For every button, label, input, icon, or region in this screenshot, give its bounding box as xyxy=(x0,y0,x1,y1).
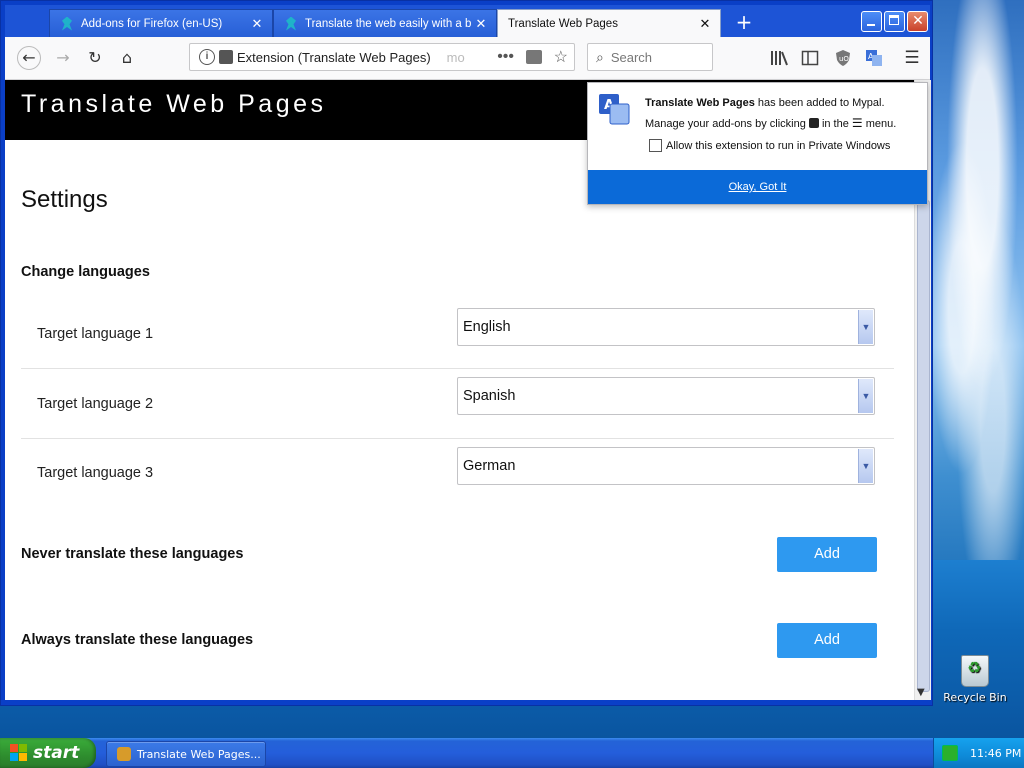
search-input[interactable]: ⌕ Search xyxy=(587,43,713,71)
navigation-toolbar: ← → ↻ ⌂ i Extension (Translate Web Pages… xyxy=(5,37,930,80)
checkbox-label: Allow this extension to run in Private W… xyxy=(666,139,891,152)
library-icon[interactable] xyxy=(770,49,788,67)
hamburger-menu-icon[interactable]: ☰ xyxy=(903,49,921,67)
tab-label: Translate the web easily with a br xyxy=(305,17,472,30)
target-language-1-label: Target language 1 xyxy=(37,326,154,342)
forward-arrow-icon[interactable]: → xyxy=(51,46,75,70)
desktop-wallpaper xyxy=(920,0,1024,560)
popup-message-line1: has been added to Mypal. xyxy=(757,97,885,109)
taskbar: start Translate Web Pages... 11:46 PM xyxy=(0,738,1024,768)
popup-message-line2c: menu. xyxy=(865,118,897,130)
target-language-3-select[interactable]: German ▼ xyxy=(457,447,875,485)
close-tab-icon[interactable]: ✕ xyxy=(248,16,266,32)
search-icon: ⌕ xyxy=(596,48,604,65)
change-languages-heading: Change languages xyxy=(21,264,150,280)
always-translate-heading: Always translate these languages xyxy=(21,632,254,648)
target-language-1-select[interactable]: English ▼ xyxy=(457,308,875,346)
windows-flag-icon xyxy=(10,744,28,762)
add-never-translate-button[interactable]: Add xyxy=(777,537,877,572)
close-tab-icon[interactable]: ✕ xyxy=(696,16,714,32)
page-brand: Translate Web Pages xyxy=(21,90,327,118)
close-tab-icon[interactable]: ✕ xyxy=(472,16,490,32)
minimize-button[interactable] xyxy=(861,11,882,32)
popup-message-line2b: in the xyxy=(821,118,849,130)
select-value: German xyxy=(463,458,516,474)
url-text: mo xyxy=(446,49,465,65)
puzzle-icon xyxy=(808,118,819,128)
checkbox-box[interactable] xyxy=(649,139,662,152)
recycle-bin-label: Recycle Bin xyxy=(943,691,1007,704)
maximize-button[interactable] xyxy=(884,11,905,32)
reload-icon[interactable]: ↻ xyxy=(83,46,107,70)
recycle-bin-icon xyxy=(961,655,989,687)
tab-translate-web-easily[interactable]: Translate the web easily with a br ✕ xyxy=(273,9,497,37)
translate-extension-icon[interactable]: A xyxy=(865,49,883,67)
popup-extension-name: Translate Web Pages xyxy=(645,97,755,109)
recycle-bin[interactable]: Recycle Bin xyxy=(940,655,1010,704)
okay-got-it-button[interactable]: Okay, Got It xyxy=(588,170,927,204)
target-language-2-select[interactable]: Spanish ▼ xyxy=(457,377,875,415)
target-language-3-label: Target language 3 xyxy=(37,465,154,481)
divider xyxy=(21,368,894,369)
private-windows-checkbox[interactable]: Allow this extension to run in Private W… xyxy=(649,139,890,152)
start-button[interactable]: start xyxy=(0,738,96,768)
start-label: start xyxy=(33,743,80,763)
search-placeholder: Search xyxy=(610,49,653,65)
system-tray: 11:46 PM xyxy=(933,738,1024,768)
svg-text:uO: uO xyxy=(839,55,849,63)
info-icon[interactable]: i xyxy=(199,49,215,65)
taskbar-item-browser[interactable]: Translate Web Pages... xyxy=(106,741,266,767)
new-tab-button[interactable]: + xyxy=(731,9,757,35)
select-value: English xyxy=(463,319,511,335)
tab-bar: Add-ons for Firefox (en-US) ✕ Translate … xyxy=(5,5,930,37)
tab-translate-web-pages[interactable]: Translate Web Pages ✕ xyxy=(497,9,721,37)
chevron-down-icon: ▼ xyxy=(858,449,873,483)
chevron-down-icon: ▼ xyxy=(858,310,873,344)
back-arrow-icon[interactable]: ← xyxy=(17,46,41,70)
ublock-icon[interactable]: uO xyxy=(834,49,852,67)
translate-favicon-icon xyxy=(60,17,74,31)
extension-added-popup: A Translate Web Pages has been added to … xyxy=(587,82,928,205)
tab-label: Add-ons for Firefox (en-US) xyxy=(81,17,223,30)
sidebar-icon[interactable] xyxy=(801,49,819,67)
settings-title: Settings xyxy=(21,186,108,213)
scrollbar-thumb[interactable] xyxy=(917,200,930,692)
translate-extension-icon: A xyxy=(598,93,630,125)
tab-label: Translate Web Pages xyxy=(508,17,618,30)
close-window-button[interactable]: ✕ xyxy=(907,11,928,32)
bookmark-star-icon[interactable]: ☆ xyxy=(554,47,568,67)
scroll-down-icon[interactable]: ▼ xyxy=(917,687,925,698)
puzzle-icon xyxy=(219,50,233,64)
never-translate-heading: Never translate these languages xyxy=(21,546,244,562)
hamburger-menu-icon: ☰ xyxy=(851,116,863,130)
divider xyxy=(21,438,894,439)
chevron-down-icon: ▼ xyxy=(858,379,873,413)
popup-message: Translate Web Pages has been added to My… xyxy=(645,93,920,134)
select-value: Spanish xyxy=(463,388,516,404)
translate-page-icon[interactable] xyxy=(526,50,542,64)
add-always-translate-button[interactable]: Add xyxy=(777,623,877,658)
popup-message-line2a: Manage your add-ons by clicking xyxy=(645,118,806,130)
page-actions-icon[interactable]: ••• xyxy=(497,48,514,66)
tab-addons-firefox[interactable]: Add-ons for Firefox (en-US) ✕ xyxy=(49,9,273,37)
browser-app-icon xyxy=(117,747,131,761)
clock: 11:46 PM xyxy=(970,746,1022,760)
taskbar-item-label: Translate Web Pages... xyxy=(137,747,261,761)
target-language-2-label: Target language 2 xyxy=(37,396,154,412)
translate-favicon-icon xyxy=(284,17,298,31)
url-bar[interactable]: i Extension (Translate Web Pages) mo •••… xyxy=(189,43,575,71)
url-identity: Extension (Translate Web Pages) xyxy=(237,49,431,65)
safely-remove-hardware-icon[interactable] xyxy=(942,745,958,761)
home-icon[interactable]: ⌂ xyxy=(115,46,139,70)
